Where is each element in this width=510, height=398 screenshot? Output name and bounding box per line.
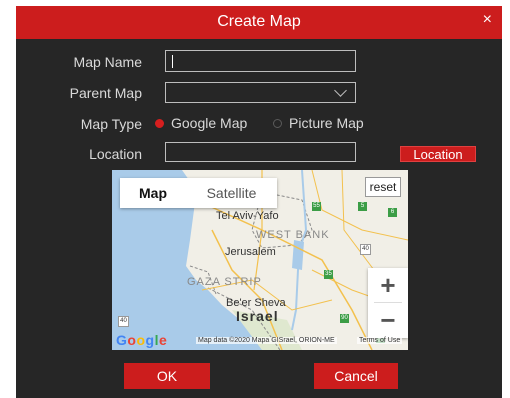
close-icon[interactable]: ×	[483, 11, 492, 29]
road-shield: 55	[312, 202, 321, 211]
titlebar: Create Map ×	[16, 6, 502, 39]
map-name-input[interactable]	[165, 50, 356, 72]
parent-map-label: Parent Map	[69, 85, 142, 101]
map-tab[interactable]: Map	[120, 178, 186, 208]
zoom-control: + −	[368, 268, 408, 338]
city-label-jerusalem: Jerusalem	[225, 246, 276, 258]
radio-selected-icon	[155, 118, 164, 128]
road-shield: 6	[388, 208, 397, 217]
city-label-tel-aviv: Tel Aviv-Yafo	[216, 210, 279, 222]
picture-map-option-label: Picture Map	[289, 115, 364, 131]
zoom-divider	[374, 302, 402, 303]
region-label-gaza: GAZA STRIP	[187, 276, 262, 288]
chevron-down-icon	[334, 84, 347, 97]
road-shield: 40	[360, 244, 371, 255]
google-logo: Google	[116, 332, 168, 348]
text-caret	[172, 55, 173, 68]
create-map-dialog: Create Map × Map Name Parent Map Map Typ…	[16, 6, 502, 398]
location-input[interactable]	[165, 142, 356, 162]
region-label-west-bank: WEST BANK	[256, 229, 330, 241]
country-label-israel: Israel	[236, 308, 279, 324]
google-map-option-label: Google Map	[171, 115, 248, 131]
map-attribution: Map data ©2020 Mapa GISrael, ORION-ME	[196, 337, 337, 344]
cancel-button[interactable]: Cancel	[314, 363, 398, 389]
road-shield: 5	[358, 202, 367, 211]
zoom-in-button[interactable]: +	[368, 268, 408, 302]
dialog-title: Create Map	[217, 13, 301, 30]
satellite-tab[interactable]: Satellite	[186, 178, 277, 208]
map-type-tabs: Map Satellite	[120, 178, 277, 208]
ok-button[interactable]: OK	[124, 363, 210, 389]
location-label: Location	[89, 146, 142, 162]
radio-google-map[interactable]: Google Map	[155, 115, 247, 131]
radio-unselected-icon	[273, 118, 282, 128]
google-map-view[interactable]: Map Satellite reset Tel Aviv-Yafo WEST B…	[112, 170, 408, 350]
road-shield: 90	[340, 314, 349, 323]
map-type-label: Map Type	[80, 116, 142, 132]
road-shield: 40	[118, 316, 129, 327]
radio-picture-map[interactable]: Picture Map	[273, 115, 364, 131]
terms-of-use-link[interactable]: Terms of Use	[357, 337, 403, 344]
map-reset-button[interactable]: reset	[365, 177, 401, 197]
road-shield: 35	[324, 270, 333, 279]
map-name-label: Map Name	[73, 54, 142, 70]
location-button[interactable]: Location	[400, 146, 476, 162]
zoom-out-button[interactable]: −	[368, 304, 408, 338]
parent-map-select[interactable]	[165, 82, 356, 103]
